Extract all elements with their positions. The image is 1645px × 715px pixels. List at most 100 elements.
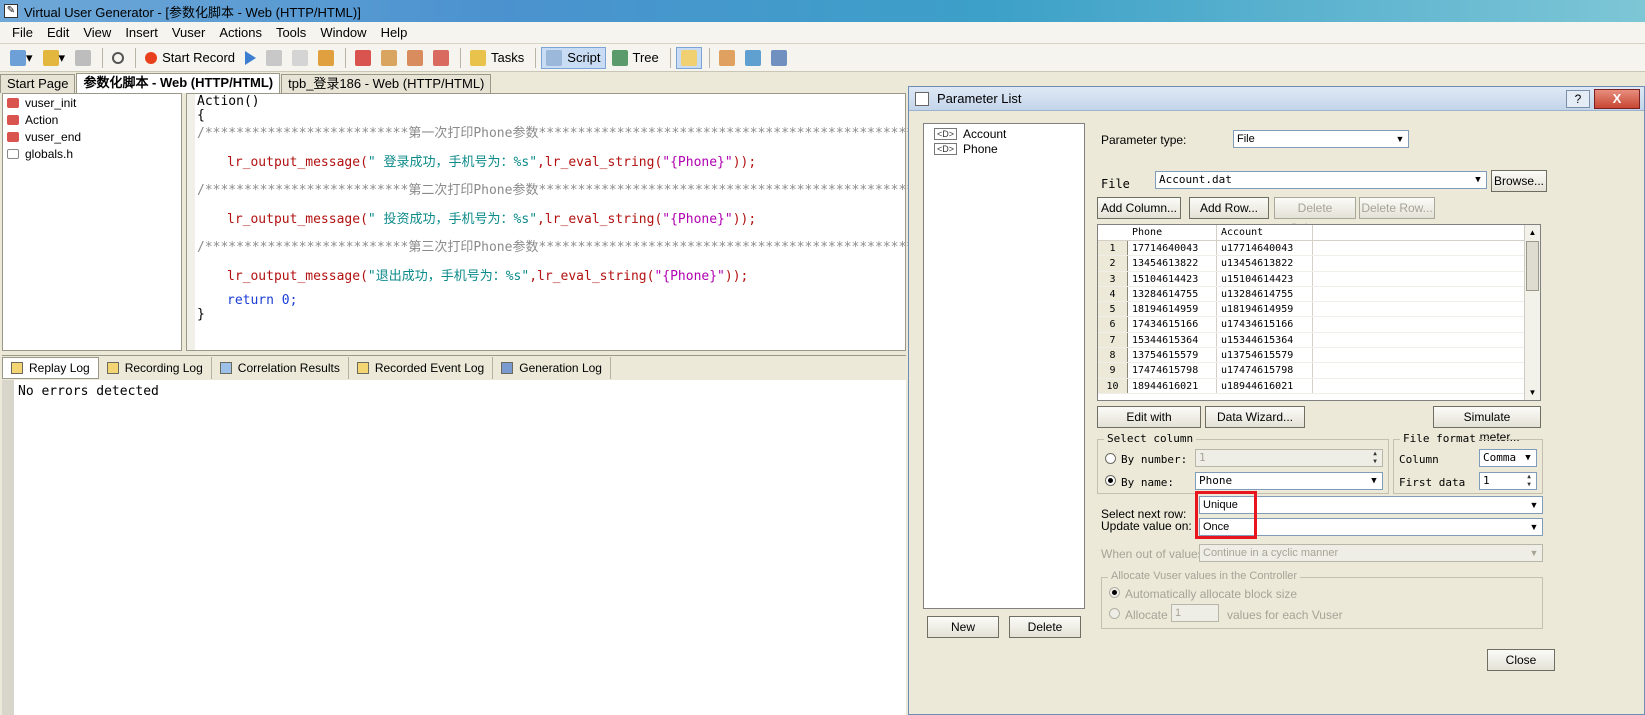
output-window-button[interactable] (675, 46, 702, 69)
spin-icon[interactable]: ▲ ▼ (1522, 473, 1536, 489)
table-row[interactable]: 9 17474615798 u17474615798 (1098, 363, 1540, 379)
table-scrollbar[interactable]: ▲ ▼ (1524, 225, 1540, 400)
table-row[interactable]: 6 17434615166 u17434615166 (1098, 317, 1540, 333)
parameter-item-account[interactable]: <D> Account (924, 126, 1084, 141)
column-delimiter-select[interactable]: Comma ▼ (1479, 449, 1537, 467)
table-row[interactable]: 4 13284614755 u13284614755 (1098, 286, 1540, 303)
scroll-down-icon[interactable]: ▼ (1525, 385, 1540, 400)
find-button[interactable] (108, 47, 128, 69)
account-cell[interactable]: u17714640043 (1217, 241, 1313, 256)
auto-allocate-radio[interactable] (1109, 587, 1120, 598)
pause-button[interactable] (288, 47, 312, 69)
breakpoint-button[interactable] (351, 47, 375, 69)
table-row[interactable]: 2 13454613822 u13454613822 (1098, 256, 1540, 272)
phone-cell[interactable]: 13284614755 (1128, 286, 1217, 302)
scan-button[interactable] (403, 47, 427, 69)
stop-button[interactable] (262, 47, 286, 69)
by-number-radio[interactable] (1105, 453, 1116, 464)
new-script-button[interactable]: ▾ (6, 47, 37, 69)
first-data-input[interactable]: 1 ▲ ▼ (1479, 472, 1537, 490)
script-view-button[interactable]: Script (541, 46, 606, 69)
recording-options-button[interactable] (741, 47, 765, 69)
spin-icon[interactable]: ▲ ▼ (1368, 450, 1382, 466)
table-row[interactable]: 1 17714640043 u17714640043 (1098, 241, 1540, 257)
add-column-button[interactable]: Add Column... (1097, 197, 1181, 219)
account-cell[interactable]: u18194614959 (1217, 302, 1313, 317)
account-cell[interactable]: u13454613822 (1217, 256, 1313, 271)
table-row[interactable]: 7 15344615364 u15344615364 (1098, 332, 1540, 349)
menu-file[interactable]: File (12, 25, 33, 40)
tree-item-vuser-end[interactable]: vuser_end (3, 128, 181, 145)
delete-row-button[interactable]: Delete Row... (1359, 197, 1435, 219)
edit-with-notepad-button[interactable]: Edit with Notepad... (1097, 406, 1201, 444)
by-name-radio[interactable] (1105, 475, 1116, 486)
menu-view[interactable]: View (83, 25, 111, 40)
replay-log-output[interactable]: No errors detected (2, 380, 906, 715)
menu-help[interactable]: Help (381, 25, 408, 40)
tree-item-action[interactable]: Action (3, 111, 181, 128)
table-row[interactable]: 3 15104614423 u15104614423 (1098, 271, 1540, 287)
account-cell[interactable]: u18944616021 (1217, 378, 1313, 393)
file-select[interactable]: Account.dat ▼ (1155, 171, 1487, 189)
account-cell[interactable]: u13754615579 (1217, 348, 1313, 363)
tasks-button[interactable]: Tasks (466, 47, 528, 69)
tab-login-script[interactable]: tpb_登录186 - Web (HTTP/HTML) (281, 74, 492, 93)
menu-vuser[interactable]: Vuser (172, 25, 205, 40)
run-button[interactable] (241, 47, 260, 69)
menu-tools[interactable]: Tools (276, 25, 306, 40)
simulate-parameter-button[interactable]: Simulate Parameter... (1433, 406, 1541, 444)
code-editor[interactable]: Action() { /**************************第一… (186, 93, 938, 351)
phone-cell[interactable]: 18944616021 (1128, 378, 1217, 393)
table-row[interactable]: 8 13754615579 u13754615579 (1098, 348, 1540, 364)
tree-item-vuser-init[interactable]: vuser_init (3, 94, 181, 111)
phone-cell[interactable]: 17474615798 (1128, 363, 1217, 378)
allocate-radio[interactable] (1109, 608, 1120, 619)
parameter-list-button[interactable] (767, 47, 791, 69)
phone-cell[interactable]: 13754615579 (1128, 348, 1217, 363)
menu-window[interactable]: Window (320, 25, 366, 40)
parameter-data-table[interactable]: Phone Account 1 17714640043 u17714640043 2… (1097, 224, 1541, 401)
table-row[interactable]: 5 18194614959 u18194614959 (1098, 302, 1540, 318)
phone-cell[interactable]: 13454613822 (1128, 256, 1217, 271)
menu-actions[interactable]: Actions (219, 25, 262, 40)
open-script-button[interactable]: ▾ (39, 47, 70, 69)
account-cell[interactable]: u15344615364 (1217, 332, 1313, 348)
data-wizard-button[interactable]: Data Wizard... (1205, 406, 1305, 428)
tab-correlation-results[interactable]: Correlation Results (212, 356, 349, 379)
menu-edit[interactable]: Edit (47, 25, 69, 40)
account-cell[interactable]: u17474615798 (1217, 363, 1313, 378)
add-row-button[interactable]: Add Row... (1189, 197, 1269, 219)
parameter-item-phone[interactable]: <D> Phone (924, 141, 1084, 156)
help-button[interactable]: ? (1566, 90, 1590, 108)
table-row[interactable]: 10 18944616021 u18944616021 (1098, 378, 1540, 394)
dialog-close-icon[interactable]: X (1594, 89, 1640, 109)
column-header[interactable]: Phone (1128, 225, 1217, 240)
tab-recorded-event-log[interactable]: Recorded Event Log (349, 356, 494, 379)
account-cell[interactable]: u15104614423 (1217, 271, 1313, 286)
scroll-thumb[interactable] (1526, 241, 1539, 291)
parameter-type-select[interactable]: File ▼ (1233, 130, 1409, 148)
phone-cell[interactable]: 17434615166 (1128, 317, 1217, 332)
column-number-input[interactable]: 1 ▲ ▼ (1195, 449, 1383, 467)
delete-parameter-button[interactable]: Delete (1009, 616, 1081, 638)
allocate-count-input[interactable]: 1 (1171, 604, 1219, 622)
start-record-button[interactable]: Start Record (141, 47, 239, 69)
tab-generation-log[interactable]: Generation Log (493, 356, 611, 379)
column-header[interactable]: Account (1217, 225, 1313, 240)
account-cell[interactable]: u17434615166 (1217, 317, 1313, 332)
tab-start-page[interactable]: Start Page (0, 74, 76, 93)
tree-view-button[interactable]: Tree (608, 47, 663, 69)
compile-button[interactable] (377, 47, 401, 69)
tab-replay-log[interactable]: Replay Log (2, 356, 99, 379)
step-button[interactable] (314, 47, 338, 69)
menu-insert[interactable]: Insert (125, 25, 158, 40)
snapshot-button[interactable] (429, 47, 453, 69)
runtime-settings-button[interactable] (715, 47, 739, 69)
account-cell[interactable]: u13284614755 (1217, 286, 1313, 302)
save-button[interactable] (71, 47, 95, 69)
phone-cell[interactable]: 18194614959 (1128, 302, 1217, 317)
delete-column-button[interactable]: Delete Column... (1274, 197, 1356, 235)
close-button[interactable]: Close (1487, 649, 1555, 671)
phone-cell[interactable]: 15344615364 (1128, 332, 1217, 348)
scroll-up-icon[interactable]: ▲ (1525, 225, 1540, 240)
